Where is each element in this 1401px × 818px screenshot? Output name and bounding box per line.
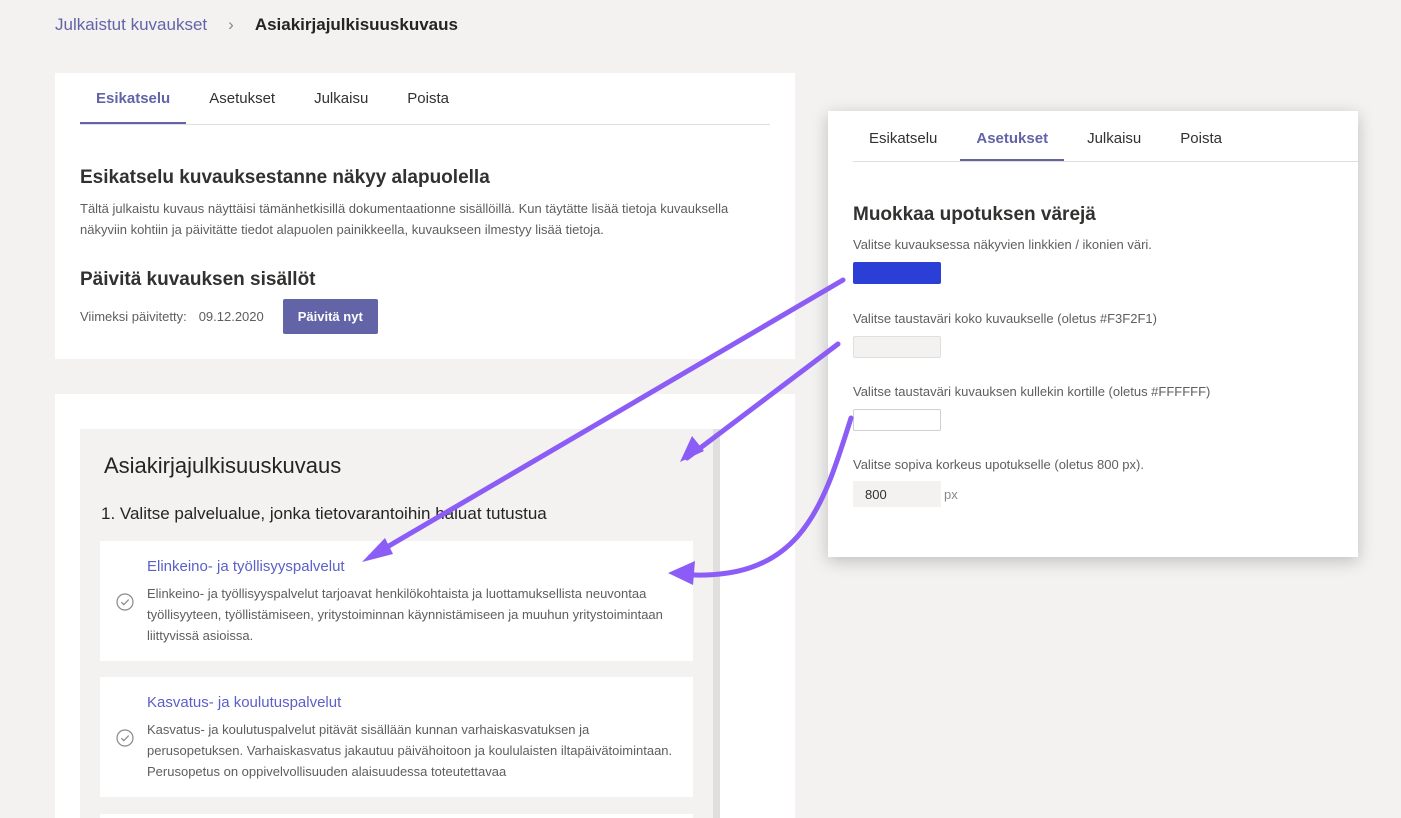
- service-title-link[interactable]: Elinkeino- ja työllisyyspalvelut: [147, 558, 345, 575]
- settings-heading: Muokkaa upotuksen värejä: [853, 204, 1096, 225]
- card-color-label: Valitse taustaväri kuvauksen kullekin ko…: [853, 384, 1211, 399]
- tab-poista[interactable]: Poista: [1164, 111, 1238, 161]
- embed-title: Asiakirjajulkisuuskuvaus: [104, 453, 342, 478]
- last-updated-row: Viimeksi päivitetty: 09.12.2020 Päivitä …: [80, 299, 378, 334]
- background-color-swatch[interactable]: [853, 336, 941, 358]
- card-color-swatch[interactable]: [853, 409, 941, 431]
- service-card-elinkeino[interactable]: Elinkeino- ja työllisyyspalvelut Elinkei…: [100, 541, 693, 661]
- height-unit: px: [944, 487, 958, 502]
- tab-julkaisu[interactable]: Julkaisu: [1071, 111, 1157, 161]
- service-description: Kasvatus- ja koulutuspalvelut pitävät si…: [147, 722, 673, 779]
- embed-preview-card: Asiakirjajulkisuuskuvaus 1. Valitse palv…: [55, 394, 795, 818]
- breadcrumb-chevron-icon: ›: [228, 15, 234, 34]
- check-circle-icon: [116, 593, 134, 611]
- tab-esikatselu[interactable]: Esikatselu: [853, 111, 953, 161]
- service-card-kasvatus[interactable]: Kasvatus- ja koulutuspalvelut Kasvatus- …: [100, 677, 693, 797]
- preview-controls-card: Esikatselu Asetukset Julkaisu Poista Esi…: [55, 73, 795, 359]
- check-circle-icon: [116, 729, 134, 747]
- height-input[interactable]: [853, 481, 941, 507]
- tab-julkaisu[interactable]: Julkaisu: [298, 73, 384, 124]
- preview-description: Tältä julkaistu kuvaus näyttäisi tämänhe…: [80, 201, 729, 237]
- breadcrumb-parent-link[interactable]: Julkaistut kuvaukset: [55, 15, 207, 35]
- service-card-next[interactable]: [100, 814, 693, 818]
- settings-card: Esikatselu Asetukset Julkaisu Poista Muo…: [828, 111, 1358, 557]
- update-heading: Päivitä kuvauksen sisällöt: [80, 269, 316, 290]
- preview-heading: Esikatselu kuvauksestanne näkyy alapuole…: [80, 167, 490, 188]
- link-color-label: Valitse kuvauksessa näkyvien linkkien / …: [853, 237, 1152, 252]
- service-description: Elinkeino- ja työllisyyspalvelut tarjoav…: [147, 586, 663, 643]
- embed-question: 1. Valitse palvelualue, jonka tietovaran…: [101, 504, 547, 523]
- breadcrumb: Julkaistut kuvaukset › Asiakirjajulkisuu…: [55, 14, 458, 36]
- tab-poista[interactable]: Poista: [391, 73, 465, 124]
- height-label: Valitse sopiva korkeus upotukselle (olet…: [853, 457, 1144, 472]
- embed-preview: Asiakirjajulkisuuskuvaus 1. Valitse palv…: [80, 429, 720, 818]
- tab-asetukset[interactable]: Asetukset: [960, 111, 1065, 161]
- update-now-button[interactable]: Päivitä nyt: [282, 299, 378, 334]
- tab-esikatselu[interactable]: Esikatselu: [80, 73, 187, 124]
- main-tab-bar: Esikatselu Asetukset Julkaisu Poista: [80, 73, 770, 125]
- last-updated-date: 09.12.2020: [198, 309, 264, 324]
- link-color-swatch[interactable]: [853, 262, 941, 284]
- breadcrumb-current: Asiakirjajulkisuuskuvaus: [254, 15, 458, 34]
- background-color-label: Valitse taustaväri koko kuvaukselle (ole…: [853, 311, 1157, 326]
- last-updated-label: Viimeksi päivitetty:: [80, 309, 187, 324]
- tab-asetukset[interactable]: Asetukset: [193, 73, 291, 124]
- service-title-link[interactable]: Kasvatus- ja koulutuspalvelut: [147, 694, 341, 711]
- settings-tab-bar: Esikatselu Asetukset Julkaisu Poista: [853, 111, 1358, 162]
